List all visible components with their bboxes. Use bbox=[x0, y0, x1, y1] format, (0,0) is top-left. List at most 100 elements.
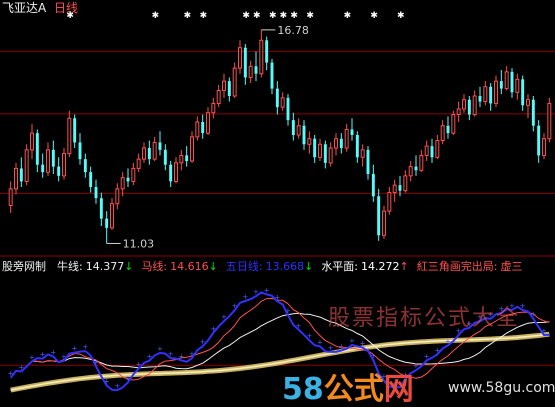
security-name: 飞亚达A bbox=[2, 1, 47, 15]
candle-body bbox=[350, 129, 354, 135]
candle-body bbox=[280, 97, 285, 108]
five-day-marker-icon: + bbox=[253, 288, 259, 296]
candle-body bbox=[57, 166, 61, 176]
five-day-marker-icon: + bbox=[82, 343, 88, 351]
candle-body bbox=[435, 140, 440, 158]
candle-body bbox=[542, 138, 546, 156]
candle-body bbox=[211, 102, 216, 114]
legend-label: 马线: bbox=[141, 260, 168, 273]
candle-body bbox=[24, 149, 29, 182]
candle-body bbox=[377, 196, 381, 236]
signal-star-icon: ✱ bbox=[200, 11, 208, 21]
candle-body bbox=[67, 117, 72, 155]
price-chart[interactable]: 16.7811.03✱ ✱ ✱ ✱ ✱ ✱ ✱ ✱ ✱ ✱ ✱ ✱ ✱+++ + +++ +++++++++ +… bbox=[0, 0, 555, 407]
candle-body bbox=[489, 86, 493, 104]
candle-body bbox=[456, 108, 461, 116]
watermark-logo: 58公式网 bbox=[282, 364, 414, 407]
candle-body bbox=[451, 114, 456, 134]
candle-body bbox=[169, 164, 173, 182]
candle-body bbox=[392, 184, 397, 194]
legend-value: 13.668 bbox=[265, 260, 305, 273]
signal-star-icon: ✱ bbox=[306, 11, 314, 21]
five-day-marker-icon: + bbox=[146, 353, 152, 361]
candle-body bbox=[206, 112, 210, 134]
five-day-marker-icon: + bbox=[93, 358, 99, 366]
legend-value: 虚三 bbox=[500, 260, 523, 273]
signal-star-icon: ✱ bbox=[370, 11, 378, 21]
candle-body bbox=[371, 174, 375, 197]
candle-body bbox=[232, 67, 237, 97]
five-day-marker-icon: + bbox=[189, 350, 195, 358]
candle-body bbox=[478, 96, 482, 102]
candle-body bbox=[510, 71, 514, 93]
candle-body bbox=[51, 149, 55, 167]
signal-star-icon: ✱ bbox=[184, 11, 192, 21]
five-day-marker-icon: + bbox=[413, 362, 419, 370]
signal-star-icon: ✱ bbox=[397, 11, 405, 21]
candle-body bbox=[398, 185, 402, 191]
period-label[interactable]: 日线 bbox=[54, 1, 78, 15]
candle-body bbox=[483, 86, 488, 103]
candle-body bbox=[504, 71, 509, 90]
five-day-marker-icon: + bbox=[530, 311, 536, 319]
candle-body bbox=[414, 166, 418, 171]
five-day-marker-icon: + bbox=[178, 352, 184, 360]
candle-body bbox=[190, 136, 194, 162]
legend-value: 14.272 bbox=[361, 260, 400, 273]
legend-item: 马线: 14.616↓ bbox=[141, 260, 217, 273]
candle-body bbox=[419, 154, 424, 171]
candle-body bbox=[99, 198, 103, 219]
five-day-marker-icon: + bbox=[221, 313, 227, 321]
candle-body bbox=[366, 149, 370, 174]
indicator-legend: 股旁网制 牛线: 14.377↓ 马线: 14.616↓ 五日线: 13.668↓ 水平面: 1… bbox=[2, 259, 530, 275]
candle-body bbox=[291, 120, 295, 135]
candle-body bbox=[41, 164, 45, 173]
candle-body bbox=[307, 138, 312, 145]
candle-body bbox=[275, 88, 279, 108]
legend-arrow: ↓ bbox=[124, 260, 134, 273]
candle-body bbox=[78, 142, 82, 160]
candle-body bbox=[89, 172, 93, 187]
legend-arrow: ↑ bbox=[399, 260, 409, 273]
candle-body bbox=[35, 133, 39, 165]
candle-body bbox=[334, 138, 338, 149]
signal-star-icon: ✱ bbox=[290, 11, 298, 21]
candle-body bbox=[248, 65, 253, 78]
legend-arrow: ↓ bbox=[304, 260, 314, 273]
candle-body bbox=[446, 125, 450, 134]
candle-body bbox=[313, 138, 317, 158]
candle-body bbox=[537, 125, 541, 156]
candle-body bbox=[94, 187, 98, 199]
five-day-marker-icon: + bbox=[360, 340, 366, 348]
watermark-brand-b: 网 bbox=[383, 372, 414, 407]
candle-body bbox=[222, 80, 226, 91]
five-day-marker-icon: + bbox=[541, 327, 547, 335]
five-day-marker-icon: + bbox=[50, 349, 56, 357]
candle-body bbox=[494, 80, 498, 104]
candle-body bbox=[115, 188, 120, 205]
candle-body bbox=[270, 62, 274, 89]
candle-body bbox=[387, 192, 392, 212]
candle-body bbox=[265, 40, 269, 63]
candle-body bbox=[158, 142, 162, 150]
candle-body bbox=[526, 99, 530, 106]
signal-star-icon: ✱ bbox=[152, 11, 160, 21]
watermark-site: www.58gu.com bbox=[448, 380, 555, 396]
five-day-marker-icon: + bbox=[285, 307, 291, 315]
legend-item: 水平面: 14.272↑ bbox=[321, 260, 408, 273]
candle-body bbox=[179, 154, 184, 164]
five-day-marker-icon: + bbox=[168, 350, 174, 358]
candle-body bbox=[83, 159, 87, 173]
candle-body bbox=[254, 66, 258, 74]
legend-value: 14.377 bbox=[85, 260, 125, 273]
candle-body bbox=[462, 99, 466, 110]
candle-body bbox=[339, 138, 343, 148]
candle-body bbox=[8, 188, 13, 207]
candle-body bbox=[286, 97, 290, 121]
candle-body bbox=[302, 125, 306, 145]
candle-body bbox=[120, 177, 125, 190]
five-day-marker-icon: + bbox=[232, 302, 238, 310]
candle-body bbox=[323, 144, 327, 163]
candle-body bbox=[62, 153, 66, 177]
five-day-marker-icon: + bbox=[274, 293, 280, 301]
